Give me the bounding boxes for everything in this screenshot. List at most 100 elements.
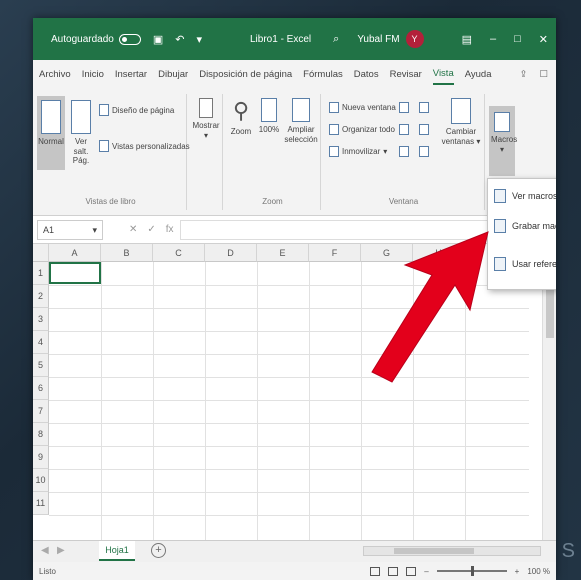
zoom-out-icon[interactable]: – xyxy=(424,567,428,576)
normal-view-button[interactable]: Normal xyxy=(37,96,65,170)
row-header-11[interactable]: 11 xyxy=(33,492,49,515)
zoom-100-button[interactable]: 100% xyxy=(257,98,281,135)
name-box[interactable]: A1 ▾ xyxy=(37,219,103,240)
split-icon xyxy=(399,102,409,113)
reset-position-button[interactable] xyxy=(419,146,429,157)
normal-view-status-icon[interactable] xyxy=(370,566,381,576)
select-all-corner[interactable] xyxy=(33,244,49,262)
column-header-h[interactable]: H xyxy=(413,244,465,262)
tab-inicio[interactable]: Inicio xyxy=(82,65,104,84)
macros-button[interactable]: Macros ▾ xyxy=(489,106,517,176)
tab-datos[interactable]: Datos xyxy=(354,65,379,84)
close-icon[interactable]: ✕ xyxy=(539,33,548,46)
row-header-10[interactable]: 10 xyxy=(33,469,49,492)
arrange-all-icon xyxy=(329,124,339,135)
row-header-2[interactable]: 2 xyxy=(33,285,49,308)
zoom-selection-button[interactable]: Ampliar selección xyxy=(283,98,319,144)
enter-icon[interactable]: ✓ xyxy=(147,224,155,235)
column-header-c[interactable]: C xyxy=(153,244,205,262)
row-header-3[interactable]: 3 xyxy=(33,308,49,331)
search-icon[interactable]: ⌕ xyxy=(333,33,339,46)
add-sheet-icon[interactable]: + xyxy=(151,543,166,558)
column-gridline xyxy=(257,262,258,540)
formula-bar: A1 ▾ ✕ ✓ fx xyxy=(33,216,556,244)
tab-disposicion[interactable]: Disposición de página xyxy=(199,65,292,84)
page-break-view-button[interactable]: Ver salt. Pág. xyxy=(67,96,95,170)
side-by-side-button[interactable] xyxy=(419,102,429,113)
sync-scroll-button[interactable] xyxy=(419,124,429,135)
avatar[interactable]: Y xyxy=(405,30,424,48)
switch-windows-icon xyxy=(451,98,471,124)
macros-dropdown-icon: ▾ xyxy=(499,144,504,154)
row-gridline xyxy=(49,308,529,309)
vertical-scrollbar[interactable] xyxy=(542,262,556,540)
column-header-g[interactable]: G xyxy=(361,244,413,262)
horizontal-scroll-thumb[interactable] xyxy=(394,548,474,554)
page-break-label: Ver salt. Pág. xyxy=(72,137,90,166)
ribbon-options-icon[interactable]: ▤ xyxy=(462,33,472,46)
new-window-button[interactable]: Nueva ventana xyxy=(329,102,396,113)
column-header-d[interactable]: D xyxy=(205,244,257,262)
freeze-panes-button[interactable]: Inmovilizar ▾ xyxy=(329,146,387,157)
autosave-toggle[interactable] xyxy=(118,33,141,45)
unhide-button[interactable] xyxy=(399,146,409,157)
row-gridline xyxy=(49,400,529,401)
custom-views-button[interactable]: Vistas personalizadas xyxy=(99,140,190,152)
group-ventana: Nueva ventana Organizar todo Inmovilizar… xyxy=(323,94,485,210)
fx-icon[interactable]: fx xyxy=(166,224,174,235)
row-header-7[interactable]: 7 xyxy=(33,400,49,423)
show-button[interactable]: Mostrar ▾ xyxy=(192,98,220,140)
group-mostrar: Mostrar ▾ xyxy=(189,94,223,210)
cancel-icon[interactable]: ✕ xyxy=(129,224,137,235)
tab-insertar[interactable]: Insertar xyxy=(115,65,147,84)
column-header-b[interactable]: B xyxy=(101,244,153,262)
page-layout-button[interactable]: Diseño de página xyxy=(99,104,174,116)
column-header-f[interactable]: F xyxy=(309,244,361,262)
zoom-100-label: 100% xyxy=(258,125,280,134)
undo-icon[interactable]: ↶ xyxy=(175,33,184,46)
menu-item-ver-macros[interactable]: Ver macros xyxy=(494,189,556,203)
menu-item-referencias-relativas[interactable]: Usar referencias relativas xyxy=(494,257,556,271)
tab-archivo[interactable]: Archivo xyxy=(39,65,71,84)
sheet-prev-icon[interactable]: ◀ xyxy=(41,545,49,556)
column-header-e[interactable]: E xyxy=(257,244,309,262)
sheet-next-icon[interactable]: ▶ xyxy=(57,545,65,556)
sheet-tab-hoja1[interactable]: Hoja1 xyxy=(99,541,135,561)
customize-toolbar-icon[interactable]: ▾ xyxy=(196,33,202,46)
save-icon[interactable]: ▣ xyxy=(153,33,163,46)
tab-formulas[interactable]: Fórmulas xyxy=(303,65,343,84)
row-header-1[interactable]: 1 xyxy=(33,262,49,285)
user-name[interactable]: Yubal FM xyxy=(357,34,399,45)
sheet-grid[interactable]: A B C D E F G H 1 2 3 4 5 6 7 8 9 10 11 xyxy=(33,244,556,540)
zoom-in-icon[interactable]: + xyxy=(515,567,520,576)
menu-item-grabar-macro[interactable]: Grabar macro... xyxy=(494,219,556,233)
switch-dropdown-icon: ▾ xyxy=(476,136,481,146)
column-header-a[interactable]: A xyxy=(49,244,101,262)
zoom-slider[interactable] xyxy=(436,566,507,576)
maximize-icon[interactable]: □ xyxy=(514,33,521,46)
magnifier-icon: ⚲ xyxy=(232,98,250,123)
tab-ayuda[interactable]: Ayuda xyxy=(465,65,492,84)
row-header-8[interactable]: 8 xyxy=(33,423,49,446)
tab-revisar[interactable]: Revisar xyxy=(390,65,422,84)
row-gridline xyxy=(49,492,529,493)
zoom-button[interactable]: ⚲ Zoom xyxy=(229,98,253,137)
page-break-status-icon[interactable] xyxy=(406,566,417,576)
row-header-4[interactable]: 4 xyxy=(33,331,49,354)
row-header-9[interactable]: 9 xyxy=(33,446,49,469)
share-icon[interactable]: ⇪ xyxy=(520,69,528,80)
hide-button[interactable] xyxy=(399,124,409,135)
horizontal-scrollbar[interactable] xyxy=(363,546,541,556)
tab-vista[interactable]: Vista xyxy=(432,64,454,85)
comments-icon[interactable]: ☐ xyxy=(539,69,548,80)
row-header-5[interactable]: 5 xyxy=(33,354,49,377)
switch-windows-button[interactable]: Cambiar ventanas ▾ xyxy=(441,98,481,146)
page-layout-status-icon[interactable] xyxy=(388,566,399,576)
minimize-icon[interactable]: – xyxy=(490,33,496,46)
row-header-6[interactable]: 6 xyxy=(33,377,49,400)
tab-dibujar[interactable]: Dibujar xyxy=(158,65,188,84)
active-cell-a1[interactable] xyxy=(49,262,101,284)
arrange-all-button[interactable]: Organizar todo xyxy=(329,124,395,135)
macros-dropdown-menu: Ver macros Grabar macro... Usar referenc… xyxy=(487,178,556,290)
split-button[interactable] xyxy=(399,102,409,113)
